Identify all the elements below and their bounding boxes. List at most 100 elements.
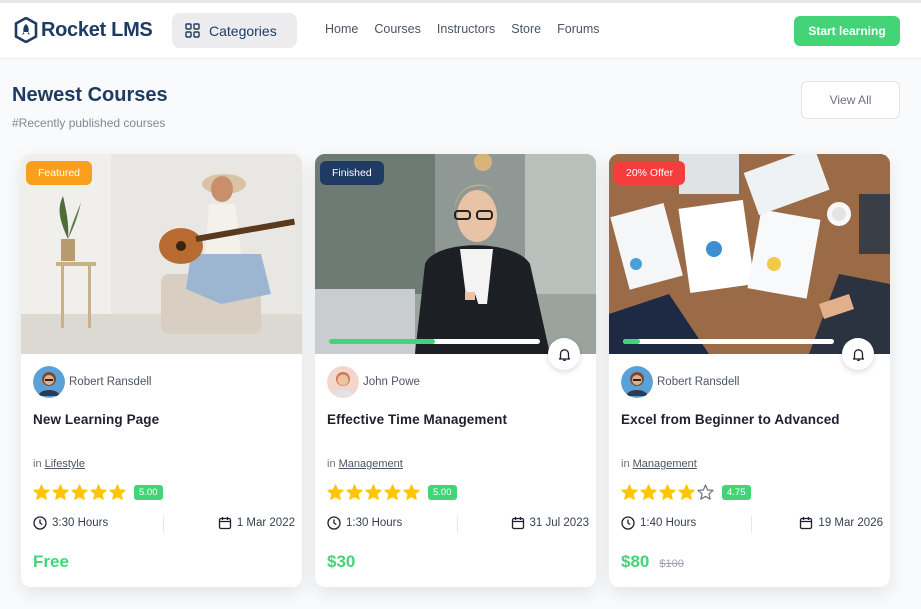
- progress-fill: [623, 339, 640, 344]
- nav-forums[interactable]: Forums: [557, 22, 599, 36]
- duration: 1:30 Hours: [327, 516, 402, 530]
- section-title: Newest Courses: [12, 84, 168, 106]
- current-price: $30: [327, 552, 356, 571]
- category-prefix: in: [327, 458, 336, 470]
- course-title[interactable]: New Learning Page: [33, 412, 159, 427]
- star-rating: [621, 484, 714, 501]
- course-category: in Management: [327, 458, 403, 470]
- rocket-logo-icon: [14, 17, 38, 43]
- category-prefix: in: [33, 458, 42, 470]
- course-card[interactable]: 20% Offer Robert Ransdell Excel from Beg…: [609, 154, 890, 587]
- progress-fill: [329, 339, 435, 344]
- price: $30: [327, 552, 355, 572]
- rating: 5.00: [327, 484, 457, 501]
- calendar-icon: [511, 517, 524, 530]
- top-navbar: Rocket LMS Categories Home Courses Instr…: [0, 0, 921, 59]
- category-link[interactable]: Management: [633, 458, 697, 470]
- divider: [751, 516, 752, 533]
- main-nav: Home Courses Instructors Store Forums: [325, 22, 600, 36]
- current-price: Free: [33, 552, 69, 571]
- author[interactable]: John Powe: [327, 366, 420, 398]
- star-filled-icon: [109, 484, 126, 500]
- course-category: in Management: [621, 458, 697, 470]
- course-title[interactable]: Excel from Beginner to Advanced: [621, 412, 840, 427]
- divider: [163, 516, 164, 533]
- duration-text: 1:30 Hours: [346, 517, 403, 529]
- star-rating: [327, 484, 420, 501]
- date-text: 1 Mar 2022: [236, 517, 295, 529]
- star-filled-icon: [71, 484, 88, 500]
- star-filled-icon: [33, 484, 50, 500]
- divider: [457, 516, 458, 533]
- course-title[interactable]: Effective Time Management: [327, 412, 507, 427]
- avatar: [33, 366, 65, 398]
- nav-courses[interactable]: Courses: [374, 22, 421, 36]
- notification-button[interactable]: [842, 338, 874, 370]
- rating-badge: 5.00: [134, 485, 163, 500]
- logo-text: Rocket LMS: [41, 18, 153, 41]
- category-link[interactable]: Lifestyle: [45, 458, 85, 470]
- calendar-icon: [218, 517, 231, 530]
- star-filled-icon: [640, 484, 657, 500]
- nav-instructors[interactable]: Instructors: [437, 22, 495, 36]
- author[interactable]: Robert Ransdell: [33, 366, 151, 398]
- clock-icon: [33, 516, 47, 530]
- star-filled-icon: [346, 484, 363, 500]
- progress-bar: [623, 339, 834, 344]
- bell-icon: [852, 348, 864, 361]
- star-filled-icon: [384, 484, 401, 500]
- star-filled-icon: [327, 484, 344, 500]
- offer-badge: 20% Offer: [614, 161, 686, 185]
- price: $80 $100: [621, 552, 684, 572]
- bell-icon: [558, 348, 570, 361]
- author[interactable]: Robert Ransdell: [621, 366, 739, 398]
- category-link[interactable]: Management: [339, 458, 403, 470]
- date: 19 Mar 2026: [799, 516, 883, 530]
- rating: 5.00: [33, 484, 163, 501]
- progress-bar: [329, 339, 540, 344]
- author-name[interactable]: Robert Ransdell: [69, 376, 151, 388]
- finished-badge: Finished: [320, 161, 384, 185]
- star-filled-icon: [90, 484, 107, 500]
- calendar-icon: [800, 517, 813, 530]
- categories-label: Categories: [209, 22, 277, 39]
- author-name[interactable]: John Powe: [363, 376, 420, 388]
- category-prefix: in: [621, 458, 630, 470]
- rating-badge: 5.00: [428, 485, 457, 500]
- star-filled-icon: [659, 484, 676, 500]
- current-price: $80: [621, 552, 650, 571]
- avatar: [621, 366, 653, 398]
- course-category: in Lifestyle: [33, 458, 85, 470]
- rating: 4.75: [621, 484, 751, 501]
- star-empty-icon: [697, 484, 714, 500]
- logo[interactable]: Rocket LMS: [14, 17, 153, 43]
- course-card[interactable]: Featured Robert Ransdell New Learning Pa…: [21, 154, 302, 587]
- original-price: $100: [659, 558, 684, 570]
- author-name[interactable]: Robert Ransdell: [657, 376, 739, 388]
- course-card[interactable]: Finished John Powe Effective Time Manage…: [315, 154, 596, 587]
- date: 31 Jul 2023: [511, 516, 589, 530]
- duration-text: 3:30 Hours: [52, 517, 109, 529]
- categories-button[interactable]: Categories: [172, 13, 297, 48]
- course-meta: 1:40 Hours 19 Mar 2026: [621, 516, 883, 534]
- grid-icon: [185, 23, 200, 38]
- avatar: [327, 366, 359, 398]
- clock-icon: [621, 516, 635, 530]
- view-all-button[interactable]: View All: [801, 81, 900, 119]
- date-text: 19 Mar 2026: [818, 517, 883, 529]
- duration-text: 1:40 Hours: [640, 517, 697, 529]
- notification-button[interactable]: [548, 338, 580, 370]
- star-filled-icon: [678, 484, 695, 500]
- duration: 1:40 Hours: [621, 516, 696, 530]
- date: 1 Mar 2022: [218, 516, 295, 530]
- nav-home[interactable]: Home: [325, 22, 358, 36]
- start-learning-button[interactable]: Start learning: [794, 16, 900, 46]
- star-filled-icon: [52, 484, 69, 500]
- featured-badge: Featured: [26, 161, 93, 185]
- nav-store[interactable]: Store: [511, 22, 541, 36]
- star-filled-icon: [365, 484, 382, 500]
- duration: 3:30 Hours: [33, 516, 108, 530]
- clock-icon: [327, 516, 341, 530]
- rating-badge: 4.75: [722, 485, 751, 500]
- course-meta: 3:30 Hours 1 Mar 2022: [33, 516, 295, 534]
